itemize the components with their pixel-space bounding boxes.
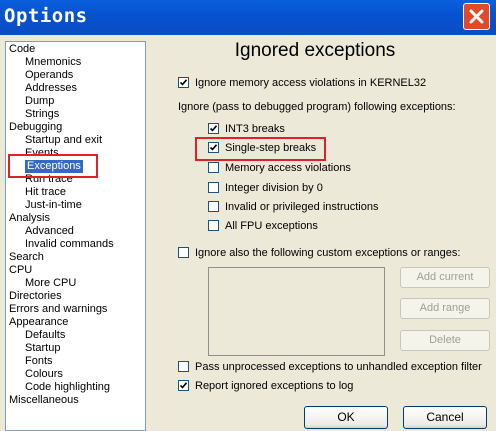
tree-item[interactable]: Invalid commands	[25, 238, 114, 251]
invalid-instr-label: Invalid or privileged instructions	[225, 201, 379, 213]
tree-item[interactable]: CPU	[9, 264, 32, 277]
pass-unprocessed-row[interactable]: Pass unprocessed exceptions to unhandled…	[178, 360, 482, 375]
custom-exceptions-list[interactable]	[208, 267, 385, 356]
custom-exceptions-label: Ignore also the following custom excepti…	[195, 247, 461, 259]
check-icon	[180, 79, 187, 86]
tree-item[interactable]: Defaults	[25, 329, 65, 342]
exception-row-invalid-instr[interactable]: Invalid or privileged instructions	[208, 200, 378, 215]
tree-item[interactable]: Run trace	[25, 173, 73, 186]
tree-item[interactable]: Hit trace	[25, 186, 66, 199]
add-range-button[interactable]: Add range	[400, 298, 490, 319]
window-title: Options	[4, 5, 88, 27]
exception-row-div-zero[interactable]: Integer division by 0	[208, 181, 323, 196]
int3-label: INT3 breaks	[225, 123, 285, 135]
tree-item[interactable]: Search	[9, 251, 44, 264]
ignore-memory-row[interactable]: Ignore memory access violations in KERNE…	[178, 76, 426, 91]
exception-row-memory-access[interactable]: Memory access violations	[208, 161, 351, 176]
report-ignored-label: Report ignored exceptions to log	[195, 380, 354, 392]
single-step-checkbox[interactable]	[208, 142, 219, 153]
tree-item[interactable]: Operands	[25, 69, 73, 82]
close-icon	[469, 9, 484, 24]
tree-item[interactable]: Events	[25, 147, 59, 160]
ok-button[interactable]: OK	[304, 406, 388, 429]
report-ignored-checkbox[interactable]	[178, 380, 189, 391]
tree-item[interactable]: Debugging	[9, 121, 62, 134]
check-icon	[210, 125, 217, 132]
tree-item[interactable]: Exceptions	[25, 160, 83, 173]
ignore-memory-label: Ignore memory access violations in KERNE…	[195, 77, 427, 89]
cancel-button[interactable]: Cancel	[403, 406, 487, 429]
exception-row-single-step[interactable]: Single-step breaks	[208, 141, 316, 156]
exception-row-int3[interactable]: INT3 breaks	[208, 122, 285, 137]
int3-checkbox[interactable]	[208, 123, 219, 134]
check-icon	[210, 144, 217, 151]
fpu-checkbox[interactable]	[208, 220, 219, 231]
memory-access-label: Memory access violations	[225, 162, 351, 174]
tree-item[interactable]: Errors and warnings	[9, 303, 107, 316]
close-button[interactable]	[463, 3, 490, 30]
tree-item[interactable]: Dump	[25, 95, 54, 108]
tree-item[interactable]: Code	[9, 43, 35, 56]
category-tree[interactable]: Code Mnemonics Operands Addresses Dump String…	[5, 41, 146, 431]
tree-item[interactable]: Appearance	[9, 316, 68, 329]
tree-item[interactable]: Analysis	[9, 212, 50, 225]
ignore-group-label: Ignore (pass to debugged program) follow…	[178, 101, 456, 113]
tree-item[interactable]: Startup	[25, 342, 60, 355]
tree-item[interactable]: More CPU	[25, 277, 76, 290]
tree-item[interactable]: Miscellaneous	[9, 394, 79, 407]
tree-item[interactable]: Fonts	[25, 355, 53, 368]
memory-access-checkbox[interactable]	[208, 162, 219, 173]
tree-item[interactable]: Mnemonics	[25, 56, 81, 69]
div-zero-label: Integer division by 0	[225, 182, 323, 194]
invalid-instr-checkbox[interactable]	[208, 201, 219, 212]
pass-unprocessed-label: Pass unprocessed exceptions to unhandled…	[195, 361, 482, 373]
pass-unprocessed-checkbox[interactable]	[178, 361, 189, 372]
div-zero-checkbox[interactable]	[208, 182, 219, 193]
tree-item[interactable]: Startup and exit	[25, 134, 102, 147]
tree-item[interactable]: Strings	[25, 108, 59, 121]
tree-item[interactable]: Colours	[25, 368, 63, 381]
report-ignored-row[interactable]: Report ignored exceptions to log	[178, 379, 353, 394]
fpu-label: All FPU exceptions	[225, 220, 318, 232]
custom-exceptions-checkbox[interactable]	[178, 247, 189, 258]
tree-item[interactable]: Directories	[9, 290, 62, 303]
custom-exceptions-row[interactable]: Ignore also the following custom excepti…	[178, 246, 460, 261]
tree-item[interactable]: Code highlighting	[25, 381, 110, 394]
title-bar: Options	[0, 0, 496, 35]
add-current-button[interactable]: Add current	[400, 267, 490, 288]
tree-item[interactable]: Just-in-time	[25, 199, 82, 212]
check-icon	[180, 382, 187, 389]
exception-row-fpu[interactable]: All FPU exceptions	[208, 219, 318, 234]
single-step-label: Single-step breaks	[225, 142, 317, 154]
panel-heading: Ignored exceptions	[234, 40, 396, 61]
tree-item[interactable]: Advanced	[25, 225, 74, 238]
ignore-memory-checkbox[interactable]	[178, 77, 189, 88]
tree-item[interactable]: Addresses	[25, 82, 77, 95]
delete-button[interactable]: Delete	[400, 330, 490, 351]
